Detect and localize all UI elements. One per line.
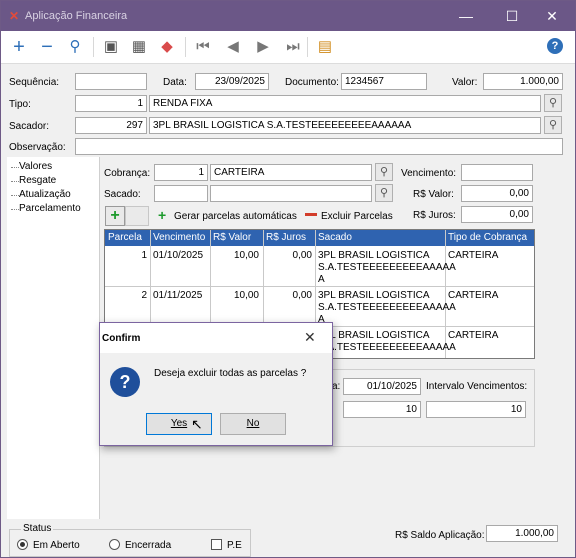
tipo-name-field[interactable]: RENDA FIXA — [149, 95, 541, 112]
saldo-label: R$ Saldo Aplicação: — [395, 530, 485, 541]
add-icon[interactable]: + — [9, 37, 29, 57]
report-icon[interactable]: ▤ — [315, 37, 335, 57]
help-icon[interactable]: ? — [547, 38, 563, 54]
tree-item-atualizacao[interactable]: Atualização — [19, 189, 71, 200]
close-button[interactable]: ✕ — [529, 1, 575, 31]
valor-field[interactable]: 1.000,00 — [483, 73, 563, 90]
dialog-title-bar: Confirm ✕ — [100, 323, 332, 353]
last-record-icon[interactable]: ⏭ — [283, 37, 303, 57]
rs-valor-field[interactable]: 0,00 — [461, 185, 533, 202]
tree-item-valores[interactable]: Valores — [19, 161, 52, 172]
rs-juros-field[interactable]: 0,00 — [461, 206, 533, 223]
vencimento-label: Vencimento: — [401, 168, 457, 179]
toolbar: + − ⚲ ▣ ▦ ◆ ⏮ ◀ ▶ ⏭ ▤ ? — [1, 31, 575, 64]
encerrada-label: Encerrada — [125, 540, 172, 551]
cobranca-label: Cobrança: — [104, 168, 151, 179]
sacado-code-field[interactable] — [154, 185, 208, 202]
tree-item-resgate[interactable]: Resgate — [19, 175, 56, 186]
title-bar: ✕ Aplicação Financeira — ☐ ✕ — [1, 1, 575, 31]
vencimento-field[interactable] — [461, 164, 533, 181]
confirm-dialog: Confirm ✕ ? Deseja excluir todas as parc… — [99, 322, 333, 446]
tipo-code-field[interactable]: 1 — [75, 95, 147, 112]
window-title: Aplicação Financeira — [25, 10, 128, 22]
intervalo-field[interactable]: 10 — [426, 401, 526, 418]
app-logo-icon: ✕ — [9, 9, 20, 23]
valor-label: Valor: — [452, 77, 478, 88]
section-tree: Valores Resgate Atualização Parcelamento — [7, 157, 100, 519]
sacador-name-field[interactable]: 3PL BRASIL LOGISTICA S.A.TESTEEEEEEEEEAA… — [149, 117, 541, 134]
data-field[interactable]: 23/09/2025 — [195, 73, 269, 90]
rs-valor-label: R$ Valor: — [413, 189, 454, 200]
gerar-parcelas-button[interactable]: Gerar parcelas automáticas — [174, 211, 297, 222]
pe-checkbox[interactable] — [211, 539, 222, 550]
gerar-icon: + — [158, 207, 167, 223]
primeiro-vencimento-label: a: — [332, 381, 341, 392]
blank-button[interactable] — [125, 206, 149, 226]
first-record-icon[interactable]: ⏮ — [193, 37, 213, 57]
next-record-icon[interactable]: ▶ — [253, 37, 273, 57]
tipo-label: Tipo: — [9, 99, 31, 110]
column-header[interactable]: R$ Valor — [213, 232, 251, 243]
sacador-code-field[interactable]: 297 — [75, 117, 147, 134]
rs-juros-label: R$ Juros: — [413, 210, 456, 221]
sacador-search-icon[interactable]: ⚲ — [544, 116, 562, 134]
cobranca-name-field[interactable]: CARTEIRA — [210, 164, 372, 181]
question-icon: ? — [110, 367, 140, 397]
cobranca-code-field[interactable]: 1 — [154, 164, 208, 181]
data-label: Data: — [163, 77, 187, 88]
dialog-title: Confirm — [102, 333, 141, 344]
documento-field[interactable]: 1234567 — [341, 73, 427, 90]
tipo-search-icon[interactable]: ⚲ — [544, 94, 562, 112]
minimize-button[interactable]: — — [443, 1, 489, 31]
no-button[interactable]: No — [220, 413, 286, 435]
search-icon[interactable]: ⚲ — [65, 37, 85, 57]
sequencia-label: Sequência: — [9, 77, 60, 88]
print-icon[interactable]: ▣ — [101, 37, 121, 57]
status-group-label: Status — [21, 523, 54, 534]
saldo-field[interactable]: 1.000,00 — [486, 525, 558, 542]
em-aberto-label: Em Aberto — [33, 540, 80, 551]
observacao-label: Observação: — [9, 142, 66, 153]
pe-label: P.E — [227, 540, 242, 551]
grid-header: Parcela Vencimento R$ Valor R$ Juros Sac… — [105, 230, 534, 246]
intervalo-label: Intervalo Vencimentos: — [426, 381, 528, 392]
remove-icon[interactable]: − — [37, 37, 57, 57]
primeiro-vencimento-field[interactable]: 01/10/2025 — [343, 378, 421, 395]
tree-item-parcelamento[interactable]: Parcelamento — [19, 203, 81, 214]
previous-record-icon[interactable]: ◀ — [223, 37, 243, 57]
documento-label: Documento: — [285, 77, 339, 88]
encerrada-radio[interactable] — [109, 539, 120, 550]
qtd-parcelas-field[interactable]: 10 — [343, 401, 421, 418]
observacao-field[interactable] — [75, 138, 563, 155]
sacador-label: Sacador: — [9, 121, 50, 132]
em-aberto-radio[interactable] — [17, 539, 28, 550]
dialog-message: Deseja excluir todas as parcelas ? — [154, 368, 307, 379]
excluir-parcelas-button[interactable]: Excluir Parcelas — [321, 211, 393, 222]
grid-icon[interactable]: ▦ — [129, 37, 149, 57]
sacado-search-icon[interactable]: ⚲ — [375, 184, 393, 202]
cobranca-search-icon[interactable]: ⚲ — [375, 163, 393, 181]
application-window: ✕ Aplicação Financeira — ☐ ✕ + − ⚲ ▣ ▦ ◆… — [0, 0, 576, 558]
mouse-cursor-icon: ↖ — [191, 416, 203, 432]
column-header[interactable]: R$ Juros — [266, 232, 306, 243]
column-header[interactable]: Sacado — [318, 232, 352, 243]
column-header[interactable]: Vencimento — [153, 232, 205, 243]
column-header[interactable]: Parcela — [108, 232, 142, 243]
sacado-name-field[interactable] — [210, 185, 372, 202]
column-header[interactable]: Tipo de Cobrança — [448, 232, 527, 243]
eraser-icon[interactable]: ◆ — [157, 37, 177, 57]
excluir-icon — [305, 213, 317, 216]
sequencia-field[interactable] — [75, 73, 147, 90]
sacado-label: Sacado: — [104, 189, 141, 200]
dialog-close-icon[interactable]: ✕ — [304, 329, 316, 346]
add-parcela-icon[interactable]: + — [105, 206, 125, 226]
